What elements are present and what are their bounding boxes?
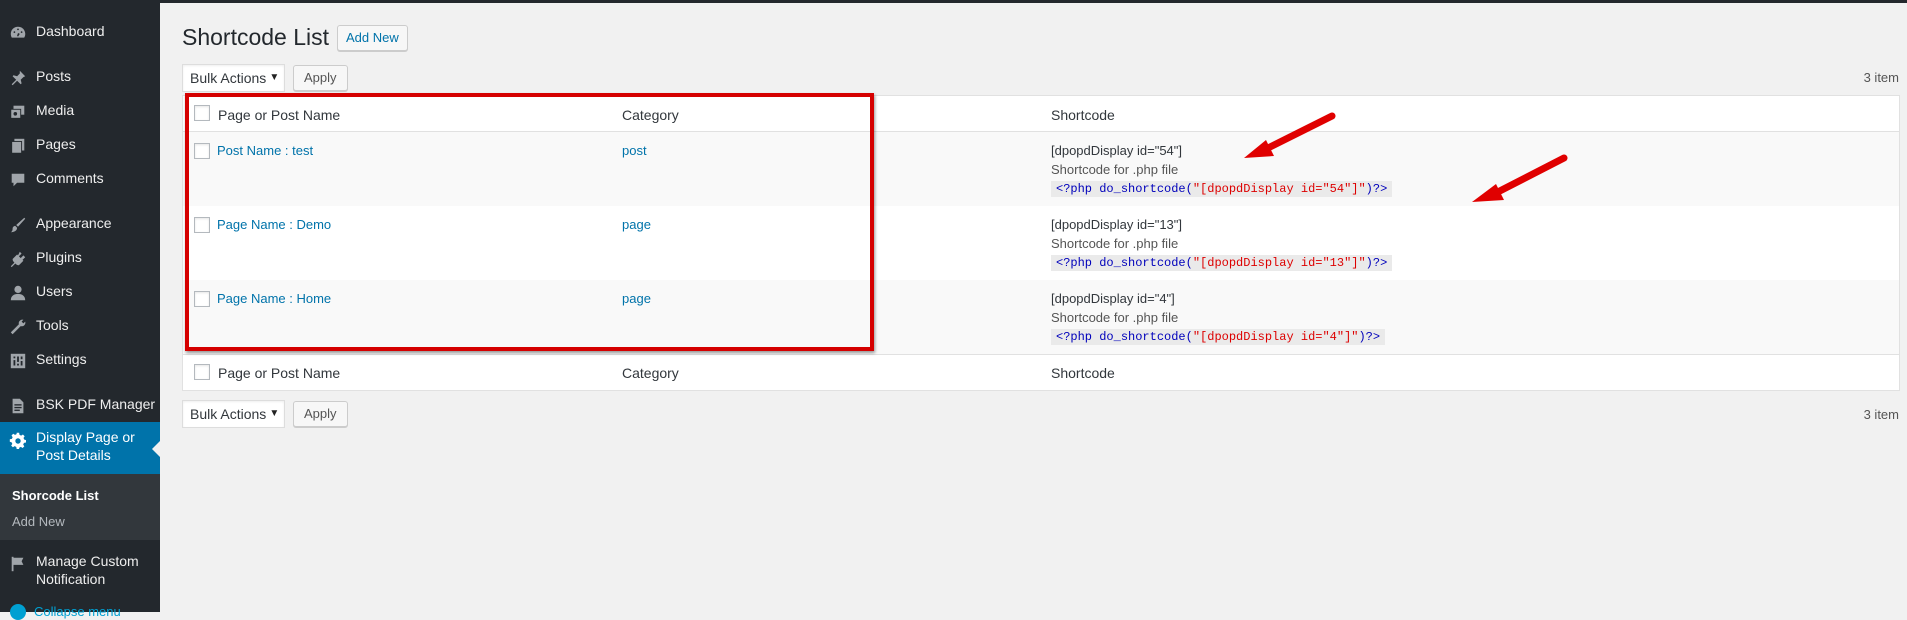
pin-icon xyxy=(9,69,27,87)
page-title: Shortcode List xyxy=(182,24,330,50)
caret-down-icon: ▼ xyxy=(269,408,280,419)
apply-button-top[interactable]: Apply xyxy=(293,65,348,91)
table-row: Post Name : test post [dpopdDisplay id="… xyxy=(183,132,1899,206)
flag-icon xyxy=(9,555,27,573)
plug-icon xyxy=(9,250,27,268)
sidebar-item-label: Settings xyxy=(36,351,87,367)
sidebar-item-label: Media xyxy=(36,102,75,118)
sidebar-item-label: Plugins xyxy=(36,249,82,265)
item-count-bottom: 3 item xyxy=(1863,407,1899,422)
row-php-label: Shortcode for .php file xyxy=(1051,162,1179,177)
column-header-category[interactable]: Category xyxy=(622,107,679,123)
column-footer-shortcode: Shortcode xyxy=(1051,365,1115,381)
row-shortcode: [dpopdDisplay id="54"] xyxy=(1051,143,1183,158)
shortcode-table: Page or Post Name Category Shortcode Pos… xyxy=(182,95,1900,391)
row-php-code: <?php do_shortcode("[dpopdDisplay id="54… xyxy=(1051,181,1393,197)
sidebar-item-bsk-pdf-manager[interactable]: BSK PDF Manager xyxy=(0,388,160,422)
apply-button-bottom[interactable]: Apply xyxy=(293,401,348,427)
sidebar-item-pages[interactable]: Pages xyxy=(0,128,160,162)
document-icon xyxy=(9,397,27,415)
row-category-link[interactable]: page xyxy=(622,217,651,232)
table-row: Page Name : Home page [dpopdDisplay id="… xyxy=(183,280,1899,354)
bulk-actions-select-top[interactable]: Bulk Actions ▼ xyxy=(182,64,286,92)
row-php-label: Shortcode for .php file xyxy=(1051,236,1179,251)
sidebar-item-label: BSK PDF Manager xyxy=(36,396,156,412)
sidebar-item-label: Pages xyxy=(36,136,76,152)
add-new-button[interactable]: Add New xyxy=(337,25,408,51)
sidebar-item-label: Appearance xyxy=(36,215,112,231)
column-footer-name[interactable]: Page or Post Name xyxy=(218,365,340,381)
sidebar-item-users[interactable]: Users xyxy=(0,275,160,309)
row-category-link[interactable]: post xyxy=(622,143,647,158)
sidebar-item-label: Manage Custom Notification xyxy=(36,553,139,587)
settings-icon xyxy=(9,352,27,370)
sidebar-submenu: Shorcode List Add New xyxy=(0,474,160,540)
sidebar-item-display-page-or-post-details[interactable]: Display Page or Post Details xyxy=(0,422,160,478)
footer-divider xyxy=(183,354,1899,355)
row-name-link[interactable]: Post Name : test xyxy=(217,143,313,158)
sidebar-item-appearance[interactable]: Appearance xyxy=(0,207,160,241)
pages-icon xyxy=(9,137,27,155)
table-row: Page Name : Demo page [dpopdDisplay id="… xyxy=(183,206,1899,280)
row-name-link[interactable]: Page Name : Demo xyxy=(217,217,331,232)
caret-down-icon: ▼ xyxy=(269,72,280,83)
collapse-menu[interactable]: Collapse menu xyxy=(0,600,160,620)
sidebar-item-settings[interactable]: Settings xyxy=(0,343,160,377)
bulk-actions-label: Bulk Actions xyxy=(190,406,267,422)
submenu-add-new[interactable]: Add New xyxy=(12,514,65,529)
admin-top-bar xyxy=(0,0,1907,3)
comment-icon xyxy=(9,171,27,189)
row-php-code: <?php do_shortcode("[dpopdDisplay id="13… xyxy=(1051,255,1393,271)
brush-icon xyxy=(9,216,27,234)
select-all-checkbox[interactable] xyxy=(194,105,210,121)
column-footer-category[interactable]: Category xyxy=(622,365,679,381)
sidebar-item-label: Tools xyxy=(36,317,69,333)
sidebar-item-label: Posts xyxy=(36,68,72,84)
user-icon xyxy=(9,284,27,302)
sidebar-item-tools[interactable]: Tools xyxy=(0,309,160,343)
wrench-icon xyxy=(9,318,27,336)
dashboard-icon xyxy=(9,24,27,42)
column-header-name[interactable]: Page or Post Name xyxy=(218,107,340,123)
column-header-shortcode: Shortcode xyxy=(1051,107,1115,123)
sidebar-item-label: Comments xyxy=(36,170,104,186)
sidebar-item-label: Dashboard xyxy=(36,23,105,39)
row-shortcode: [dpopdDisplay id="13"] xyxy=(1051,217,1183,232)
sidebar-item-posts[interactable]: Posts xyxy=(0,60,160,94)
row-checkbox[interactable] xyxy=(194,143,210,159)
media-icon xyxy=(9,103,27,121)
row-name-link[interactable]: Page Name : Home xyxy=(217,291,331,306)
collapse-icon xyxy=(10,604,26,620)
row-checkbox[interactable] xyxy=(194,291,210,307)
select-all-checkbox-footer[interactable] xyxy=(194,364,210,380)
row-shortcode: [dpopdDisplay id="4"] xyxy=(1051,291,1175,306)
sidebar-item-label: Display Page or Post Details xyxy=(36,429,135,463)
gear-icon xyxy=(9,432,27,450)
bulk-actions-select-bottom[interactable]: Bulk Actions ▼ xyxy=(182,400,286,428)
admin-sidebar: Dashboard Posts Media Pages Comments App… xyxy=(0,0,160,620)
sidebar-item-label: Users xyxy=(36,283,73,299)
row-category-link[interactable]: page xyxy=(622,291,651,306)
row-checkbox[interactable] xyxy=(194,217,210,233)
sidebar-item-dashboard[interactable]: Dashboard xyxy=(0,15,160,49)
sidebar-item-media[interactable]: Media xyxy=(0,94,160,128)
bulk-actions-label: Bulk Actions xyxy=(190,70,267,86)
row-php-code: <?php do_shortcode("[dpopdDisplay id="4"… xyxy=(1051,329,1386,345)
row-php-label: Shortcode for .php file xyxy=(1051,310,1179,325)
sidebar-item-plugins[interactable]: Plugins xyxy=(0,241,160,275)
submenu-shortcode-list[interactable]: Shorcode List xyxy=(12,488,99,503)
item-count-top: 3 item xyxy=(1863,70,1899,85)
sidebar-item-manage-custom-notification[interactable]: Manage Custom Notification xyxy=(0,546,160,602)
sidebar-item-comments[interactable]: Comments xyxy=(0,162,160,196)
